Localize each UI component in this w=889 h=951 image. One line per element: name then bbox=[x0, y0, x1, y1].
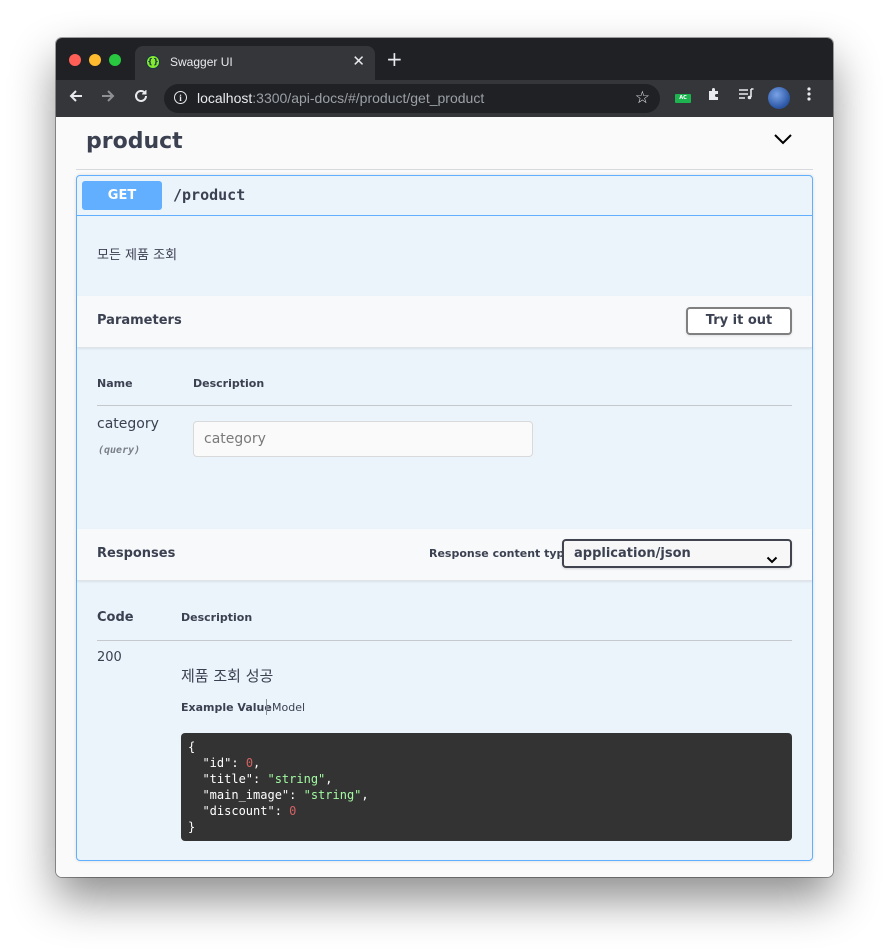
response-col-code: Code bbox=[97, 610, 134, 625]
responses-header: Responses Response content type applicat… bbox=[77, 529, 812, 581]
try-it-out-button[interactable]: Try it out bbox=[686, 307, 792, 335]
json-line: "main_image": "string", bbox=[188, 788, 369, 802]
json-key: "title" bbox=[188, 772, 254, 786]
json-line: "id": 0, bbox=[188, 756, 261, 770]
json-key: "discount" bbox=[188, 804, 275, 818]
tag-section-header[interactable]: product bbox=[76, 117, 813, 170]
url-text[interactable]: localhost:3300/api-docs/#/product/get_pr… bbox=[197, 90, 484, 106]
response-code: 200 bbox=[97, 650, 122, 665]
json-line: "discount": 0 bbox=[188, 804, 297, 818]
close-window-button[interactable] bbox=[69, 54, 81, 66]
param-name: category bbox=[97, 416, 159, 432]
json-key: "main_image" bbox=[188, 788, 290, 802]
swagger-favicon-icon: {} bbox=[146, 55, 160, 69]
tab-close-icon[interactable]: ✕ bbox=[352, 52, 365, 70]
responses-title: Responses bbox=[97, 546, 176, 561]
maximize-window-button[interactable] bbox=[109, 54, 121, 66]
url-path: :3300/api-docs/#/product/get_product bbox=[252, 90, 485, 106]
method-badge: GET bbox=[82, 181, 162, 210]
param-col-description: Description bbox=[193, 377, 265, 390]
operation-description: 모든 제품 조회 bbox=[97, 248, 178, 263]
param-col-name: Name bbox=[97, 377, 133, 390]
extension-ac-icon[interactable]: AC bbox=[675, 94, 691, 103]
operation-summary[interactable]: GET /product bbox=[77, 176, 812, 216]
example-json-code: { "id": 0, "title": "string", "main_imag… bbox=[181, 733, 792, 841]
browser-window: {} Swagger UI ✕ + i localhost:3300/api-d… bbox=[56, 38, 833, 877]
browser-tab[interactable]: {} Swagger UI ✕ bbox=[135, 46, 375, 80]
browser-toolbar: i localhost:3300/api-docs/#/product/get_… bbox=[56, 80, 833, 117]
forward-arrow-icon[interactable] bbox=[100, 88, 116, 109]
url-host: localhost bbox=[197, 90, 253, 106]
operation-path: /product bbox=[173, 186, 246, 204]
operation-block-get: GET /product 모든 제품 조회 Parameters Try it … bbox=[76, 175, 813, 861]
json-value: 0 bbox=[245, 756, 254, 770]
tab-strip: {} Swagger UI ✕ + bbox=[56, 38, 833, 80]
tab-title: Swagger UI bbox=[170, 55, 233, 69]
parameters-title: Parameters bbox=[97, 313, 182, 328]
response-divider bbox=[97, 640, 792, 641]
json-close-brace: } bbox=[188, 820, 196, 834]
address-bar[interactable]: i localhost:3300/api-docs/#/product/get_… bbox=[164, 84, 660, 113]
reload-icon[interactable] bbox=[133, 88, 149, 109]
media-queue-icon[interactable] bbox=[738, 86, 754, 106]
response-col-description: Description bbox=[181, 611, 253, 624]
bookmark-star-icon[interactable]: ☆ bbox=[635, 88, 650, 108]
minimize-window-button[interactable] bbox=[89, 54, 101, 66]
menu-kebab-icon[interactable] bbox=[806, 86, 812, 107]
param-divider bbox=[97, 405, 792, 406]
response-description: 제품 조회 성공 bbox=[181, 667, 274, 685]
json-open-brace: { bbox=[188, 740, 196, 754]
parameters-header: Parameters Try it out bbox=[77, 296, 812, 348]
content-type-value: application/json bbox=[574, 546, 691, 561]
model-tab[interactable]: Model bbox=[272, 701, 305, 714]
extensions-puzzle-icon[interactable] bbox=[706, 86, 722, 107]
new-tab-button[interactable]: + bbox=[386, 49, 403, 69]
param-location: (query) bbox=[98, 445, 141, 456]
profile-avatar[interactable] bbox=[768, 87, 790, 109]
site-info-icon[interactable]: i bbox=[174, 91, 187, 104]
json-line: "title": "string", bbox=[188, 772, 333, 786]
back-arrow-icon[interactable] bbox=[68, 88, 84, 109]
response-content-type-select[interactable]: application/json bbox=[562, 539, 792, 568]
swagger-page: product GET /product 모든 제품 조회 Parameters… bbox=[56, 117, 833, 877]
select-chevron-icon bbox=[766, 549, 778, 568]
json-value: "string" bbox=[267, 772, 326, 786]
collapse-chevron-icon[interactable] bbox=[773, 131, 793, 150]
tab-separator bbox=[266, 699, 267, 715]
json-value: "string" bbox=[303, 788, 362, 802]
response-content-type-label: Response content type bbox=[429, 547, 572, 560]
category-input[interactable] bbox=[193, 421, 533, 457]
example-value-tab[interactable]: Example Value bbox=[181, 701, 272, 714]
json-value: 0 bbox=[289, 804, 297, 818]
json-key: "id" bbox=[188, 756, 232, 770]
tag-title[interactable]: product bbox=[86, 129, 183, 154]
